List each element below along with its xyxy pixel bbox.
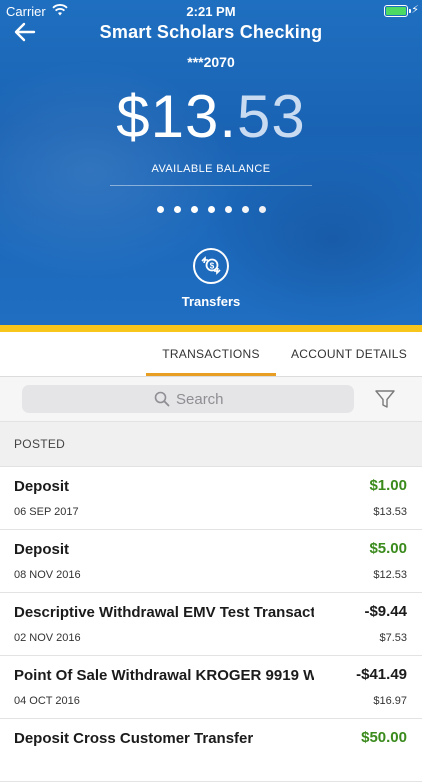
accent-bar (0, 325, 422, 332)
transaction-description: Deposit (14, 478, 70, 495)
page-indicator-dot[interactable] (241, 206, 249, 213)
search-bar-area: Search (0, 377, 422, 422)
balance-cents: 53 (237, 83, 306, 150)
tab-bar: TRANSACTIONS ACCOUNT DETAILS (0, 332, 422, 377)
page-indicator-dot[interactable] (207, 206, 215, 213)
page-indicator-dot[interactable] (156, 206, 164, 213)
transaction-running-balance: $13.53 (373, 506, 407, 518)
transaction-description: Descriptive Withdrawal EMV Test Transact… (14, 604, 314, 621)
search-input[interactable]: Search (22, 385, 354, 413)
transfers-button[interactable]: $ Transfers (161, 248, 261, 312)
transaction-amount: $50.00 (361, 729, 407, 746)
transaction-row[interactable]: Point Of Sale Withdrawal KROGER 9919 W..… (0, 656, 422, 719)
filter-icon[interactable] (374, 388, 396, 410)
page-indicator-dot[interactable] (190, 206, 198, 213)
transaction-row[interactable]: Deposit 06 SEP 2017 $1.00 $13.53 (0, 467, 422, 530)
account-hero: Carrier 2:21 PM ⚡ Smart Scholars Checkin… (0, 0, 422, 325)
transaction-running-balance: $16.97 (373, 695, 407, 707)
tab-account-details[interactable]: ACCOUNT DETAILS (286, 332, 412, 376)
transaction-list: Deposit 06 SEP 2017 $1.00 $13.53 Deposit… (0, 467, 422, 782)
search-icon (154, 391, 170, 407)
transaction-amount: -$9.44 (364, 603, 407, 620)
tab-transactions[interactable]: TRANSACTIONS (146, 332, 276, 376)
transaction-amount: -$41.49 (356, 666, 407, 683)
section-label: POSTED (14, 437, 66, 451)
transaction-row[interactable]: Descriptive Withdrawal EMV Test Transact… (0, 593, 422, 656)
account-number: ***2070 (187, 54, 235, 70)
posted-section-header: POSTED (0, 422, 422, 467)
page-indicator[interactable] (0, 206, 422, 213)
transaction-running-balance: $12.53 (373, 569, 407, 581)
transaction-description: Deposit (14, 541, 70, 558)
transaction-date: 08 NOV 2016 (14, 569, 81, 581)
svg-text:$: $ (210, 262, 215, 271)
transaction-running-balance: $7.53 (379, 632, 407, 644)
search-placeholder: Search (176, 391, 224, 408)
transaction-date: 04 OCT 2016 (14, 695, 80, 707)
page-indicator-dot[interactable] (258, 206, 266, 213)
transaction-description: Point Of Sale Withdrawal KROGER 9919 W..… (14, 667, 314, 684)
transaction-date: 02 NOV 2016 (14, 632, 81, 644)
status-time: 2:21 PM (186, 4, 236, 19)
active-tab-indicator (146, 373, 276, 376)
status-bar: Carrier 2:21 PM ⚡ (0, 0, 422, 22)
transaction-description: Deposit Cross Customer Transfer (14, 730, 254, 747)
transfers-icon: $ (193, 248, 229, 284)
available-balance-amount: $13.53 (0, 82, 422, 151)
battery-icon (384, 5, 411, 17)
balance-divider (110, 185, 312, 186)
charging-icon: ⚡ (411, 4, 419, 16)
transaction-date: 06 SEP 2017 (14, 506, 79, 518)
transfers-label: Transfers (181, 294, 241, 309)
page-indicator-dot[interactable] (224, 206, 232, 213)
page-indicator-dot[interactable] (173, 206, 181, 213)
transaction-amount: $5.00 (369, 540, 407, 557)
transaction-row[interactable]: Deposit 08 NOV 2016 $5.00 $12.53 (0, 530, 422, 593)
balance-label: AVAILABLE BALANCE (151, 163, 271, 175)
transaction-amount: $1.00 (369, 477, 407, 494)
balance-dollars: $13. (116, 83, 238, 150)
transaction-row[interactable]: Deposit Cross Customer Transfer $50.00 (0, 719, 422, 782)
page-title: Smart Scholars Checking (99, 22, 323, 42)
